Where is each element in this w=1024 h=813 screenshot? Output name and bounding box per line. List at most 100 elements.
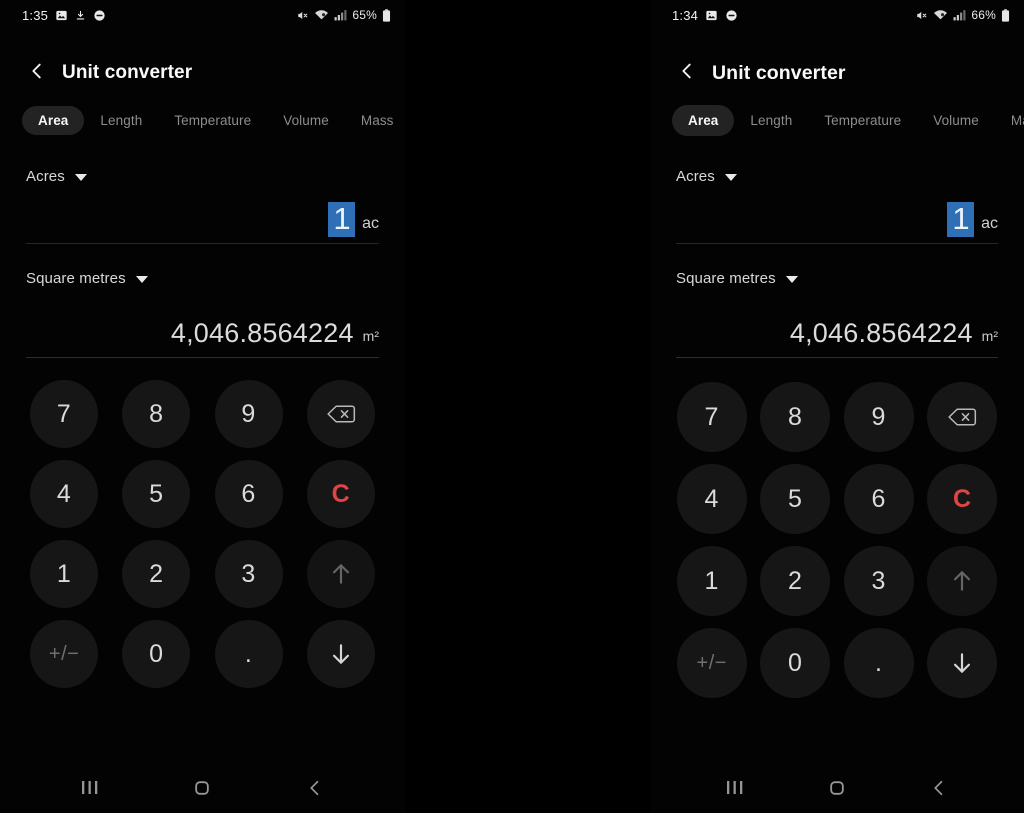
move-up-key[interactable] xyxy=(927,546,998,616)
key-1[interactable]: 1 xyxy=(676,546,747,616)
category-tab-bar[interactable]: Area Length Temperature Volume Mass xyxy=(0,98,405,142)
status-bar: 1:35 65% xyxy=(0,0,405,30)
key-5[interactable]: 5 xyxy=(122,460,191,528)
key-2[interactable]: 2 xyxy=(122,540,191,608)
app-bar: Unit converter xyxy=(0,30,405,92)
tab-volume[interactable]: Volume xyxy=(267,106,345,135)
battery-percent-label: 66% xyxy=(971,8,996,22)
chevron-left-icon[interactable] xyxy=(676,60,698,87)
category-tab-bar[interactable]: AreaLengthTemperatureVolumeMas xyxy=(650,98,1024,142)
key-6[interactable]: 6 xyxy=(214,460,283,528)
clear-key[interactable]: C xyxy=(927,464,998,534)
move-down-key[interactable] xyxy=(927,628,998,698)
status-bar-right: 66% xyxy=(915,8,1010,22)
sign-toggle-key[interactable]: +/− xyxy=(30,620,99,688)
key-1[interactable]: 1 xyxy=(30,540,99,608)
status-clock: 1:35 xyxy=(22,7,49,23)
source-unit-selector[interactable]: Acres xyxy=(26,168,379,185)
key-7[interactable]: 7 xyxy=(30,380,99,448)
system-navigation-bar[interactable] xyxy=(0,767,405,813)
key-8[interactable]: 8 xyxy=(760,382,831,452)
key-label: +/− xyxy=(696,651,727,674)
recents-icon[interactable] xyxy=(80,779,100,802)
tab-temperature[interactable]: Temperature xyxy=(158,106,267,135)
back-icon[interactable] xyxy=(929,778,949,803)
key-6[interactable]: 6 xyxy=(843,464,914,534)
dual-phone-screenshot: 1:35 65% Unit converter Area Length Temperatu… xyxy=(0,0,1024,813)
do-not-disturb-icon xyxy=(725,9,738,22)
sign-toggle-key[interactable]: +/− xyxy=(676,628,747,698)
key-label: 9 xyxy=(241,399,256,428)
chevron-left-icon[interactable] xyxy=(26,60,48,87)
battery-icon xyxy=(382,8,391,22)
key-label: 5 xyxy=(149,479,164,508)
tab-area[interactable]: Area xyxy=(672,104,735,136)
numeric-keypad[interactable]: 7 8 9 4 5 6 C 1 2 3 +/− 0. xyxy=(650,358,1024,698)
key-label: 1 xyxy=(56,559,72,588)
tab-length[interactable]: Length xyxy=(84,106,158,135)
key-9[interactable]: 9 xyxy=(843,382,914,452)
chevron-down-icon xyxy=(785,276,798,283)
key-4[interactable]: 4 xyxy=(676,464,747,534)
tab-mas[interactable]: Mas xyxy=(995,105,1024,136)
source-value-input[interactable]: 1 xyxy=(947,202,975,237)
panel-separator xyxy=(405,0,650,813)
key-9[interactable]: 9 xyxy=(214,380,283,448)
numeric-keypad[interactable]: 7 8 9 4 5 6 C 1 2 3 +/− 0. xyxy=(0,358,405,688)
tab-temperature[interactable]: Temperature xyxy=(808,105,917,136)
key-7[interactable]: 7 xyxy=(676,382,747,452)
source-divider xyxy=(26,243,379,244)
arrow-up-icon xyxy=(328,561,354,587)
target-unit-selector[interactable]: Square metres xyxy=(676,270,998,287)
source-unit-selector[interactable]: Acres xyxy=(676,168,998,185)
key-label: 2 xyxy=(788,566,803,595)
target-unit-selector[interactable]: Square metres xyxy=(26,270,379,287)
key-5[interactable]: 5 xyxy=(760,464,831,534)
move-up-key[interactable] xyxy=(306,540,375,608)
key-4[interactable]: 4 xyxy=(30,460,99,528)
target-unit-label: Square metres xyxy=(676,270,776,287)
recents-icon[interactable] xyxy=(725,779,745,802)
tab-length[interactable]: Length xyxy=(734,105,808,136)
key-label: 2 xyxy=(149,559,164,588)
key-0[interactable]: 0 xyxy=(122,620,191,688)
key-3[interactable]: 3 xyxy=(843,546,914,616)
wifi-icon xyxy=(933,9,948,21)
key-label: 5 xyxy=(788,484,803,513)
photo-icon xyxy=(705,9,718,22)
backspace-key[interactable] xyxy=(306,380,375,448)
chevron-down-icon xyxy=(74,174,87,181)
tab-volume[interactable]: Volume xyxy=(917,105,995,136)
source-value-input[interactable]: 1 xyxy=(328,202,356,237)
back-icon[interactable] xyxy=(305,778,325,803)
home-icon[interactable] xyxy=(192,778,212,803)
key-3[interactable]: 3 xyxy=(214,540,283,608)
home-icon[interactable] xyxy=(827,778,847,803)
cellular-signal-icon xyxy=(334,9,347,21)
tab-mass[interactable]: Mass xyxy=(345,106,405,135)
result-value: 4,046.8564224 xyxy=(789,318,973,348)
source-unit-label: Acres xyxy=(676,168,715,185)
key-label: 6 xyxy=(871,484,886,513)
wifi-icon xyxy=(314,9,329,21)
key-0[interactable]: 0 xyxy=(760,628,831,698)
backspace-icon xyxy=(947,405,977,429)
key-2[interactable]: 2 xyxy=(760,546,831,616)
clear-key[interactable]: C xyxy=(306,460,375,528)
decimal-point-key[interactable]: . xyxy=(214,620,283,688)
key-8[interactable]: 8 xyxy=(122,380,191,448)
decimal-point-key[interactable]: . xyxy=(843,628,914,698)
key-label: 4 xyxy=(56,479,72,508)
backspace-key[interactable] xyxy=(927,382,998,452)
key-label: 8 xyxy=(788,402,803,431)
mute-icon xyxy=(915,9,928,22)
key-label: 4 xyxy=(704,484,719,513)
source-value-row[interactable]: 1 ac xyxy=(676,185,998,241)
move-down-key[interactable] xyxy=(306,620,375,688)
key-label: 9 xyxy=(871,402,886,431)
key-label: . xyxy=(244,639,253,668)
system-navigation-bar[interactable] xyxy=(650,767,1024,813)
tab-area[interactable]: Area xyxy=(22,105,85,135)
source-value-row[interactable]: 1 ac xyxy=(26,185,379,241)
do-not-disturb-icon xyxy=(93,9,106,22)
